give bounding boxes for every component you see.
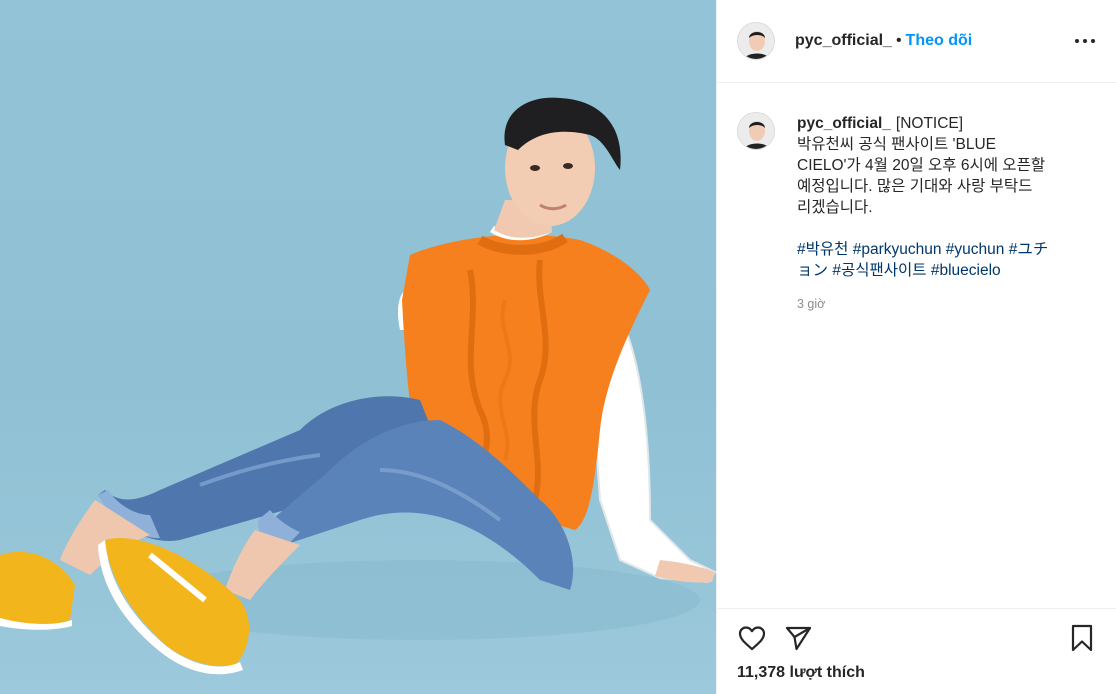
hashtag-link[interactable]: #parkyuchun (853, 241, 942, 258)
bookmark-icon[interactable] (1067, 623, 1097, 653)
header-text: pyc_official_ • Theo dõi (795, 31, 972, 51)
hashtag-line-2: ョン #공식팬사이트 #bluecielo (797, 260, 1087, 281)
caption-first-line: pyc_official_ [NOTICE] (797, 113, 1087, 134)
post-side-panel: pyc_official_ • Theo dõi pyc_official_ [NOT… (716, 0, 1116, 694)
caption-text: pyc_official_ [NOTICE] 박유천씨 공식 팬사이트 'BLUE… (797, 113, 1087, 281)
post-actions: 11,378 lượt thích (717, 608, 1116, 694)
hashtag-link[interactable]: #박유천 (797, 241, 848, 258)
avatar-image (738, 113, 774, 149)
hashtag-link[interactable]: #ユチ (1009, 241, 1049, 258)
post-timestamp[interactable]: 3 giờ (797, 297, 825, 311)
caption-avatar[interactable] (737, 112, 775, 150)
header-separator: • (895, 32, 902, 49)
hashtag-link[interactable]: #bluecielo (931, 262, 1001, 279)
caption-comment: pyc_official_ [NOTICE] 박유천씨 공식 팬사이트 'BLUE… (717, 84, 1116, 608)
hashtag-link[interactable]: #yuchun (946, 241, 1005, 258)
caption-username[interactable]: pyc_official_ (797, 115, 891, 132)
caption-line-0: [NOTICE] (895, 115, 964, 132)
header-username[interactable]: pyc_official_ (795, 32, 892, 49)
post-header: pyc_official_ • Theo dõi (717, 0, 1116, 83)
caption-line-1: 박유천씨 공식 팬사이트 'BLUE (797, 136, 996, 153)
post-photo[interactable] (0, 0, 716, 694)
like-count[interactable]: 11,378 lượt thích (737, 664, 865, 682)
hashtag-list: #박유천 #parkyuchun #yuchun #ユチ ョン #공식팬사이트 … (797, 239, 1087, 281)
post-image-illustration (0, 97, 716, 675)
hashtag-link[interactable]: #공식팬사이트 (832, 262, 926, 279)
hashtag-line-1: #박유천 #parkyuchun #yuchun #ユチ (797, 239, 1087, 260)
caption-line-3: 예정입니다. 많은 기대와 사랑 부탁드 (797, 178, 1033, 195)
caption-line-4: 리겠습니다. (797, 199, 873, 216)
avatar-image (738, 23, 774, 59)
more-options-icon[interactable] (1073, 30, 1097, 52)
caption-line-2: CIELO'가 4월 20일 오후 6시에 오픈할 (797, 157, 1046, 174)
follow-button[interactable]: Theo dõi (906, 32, 973, 49)
heart-icon[interactable] (737, 623, 767, 653)
send-icon[interactable] (783, 623, 813, 653)
profile-avatar[interactable] (737, 22, 775, 60)
hashtag-link[interactable]: ョン (797, 262, 828, 279)
